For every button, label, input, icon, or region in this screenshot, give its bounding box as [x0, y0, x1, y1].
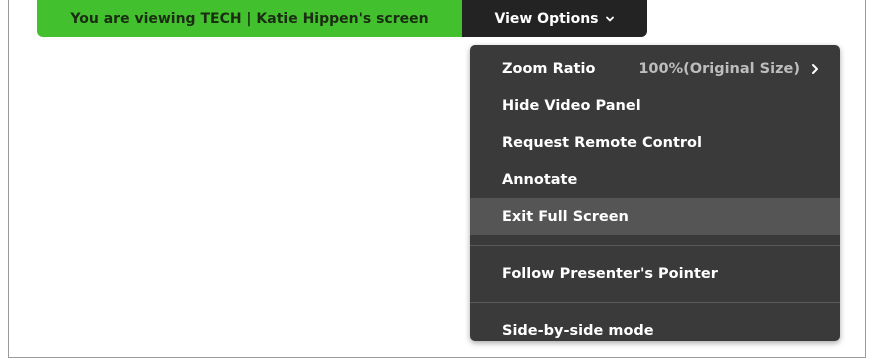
menu-divider — [470, 302, 840, 303]
viewing-banner-text: You are viewing TECH | Katie Hippen's sc… — [70, 10, 429, 27]
hide-video-panel-label: Hide Video Panel — [502, 97, 641, 114]
menu-item-follow-presenter-pointer[interactable]: Follow Presenter's Pointer — [470, 255, 840, 292]
menu-item-annotate[interactable]: Annotate — [470, 161, 840, 198]
menu-item-zoom-ratio[interactable]: Zoom Ratio 100%(Original Size) — [470, 50, 840, 87]
viewing-banner: You are viewing TECH | Katie Hippen's sc… — [37, 0, 462, 37]
zoom-ratio-label: Zoom Ratio — [502, 60, 596, 77]
menu-divider — [470, 245, 840, 246]
zoom-ratio-value: 100%(Original Size) — [638, 60, 800, 77]
follow-presenter-pointer-label: Follow Presenter's Pointer — [502, 265, 718, 282]
menu-item-side-by-side-mode[interactable]: Side-by-side mode — [470, 312, 840, 349]
view-options-menu: Zoom Ratio 100%(Original Size) Hide Vide… — [470, 45, 840, 341]
view-options-button[interactable]: View Options — [462, 0, 647, 37]
annotate-label: Annotate — [502, 171, 578, 188]
menu-item-hide-video-panel[interactable]: Hide Video Panel — [470, 87, 840, 124]
request-remote-control-label: Request Remote Control — [502, 134, 702, 151]
side-by-side-mode-label: Side-by-side mode — [502, 322, 654, 339]
menu-item-request-remote-control[interactable]: Request Remote Control — [470, 124, 840, 161]
chevron-down-icon — [605, 16, 614, 21]
chevron-right-icon — [812, 63, 818, 74]
menu-item-exit-full-screen[interactable]: Exit Full Screen — [470, 198, 840, 235]
view-options-label: View Options — [494, 10, 599, 27]
exit-full-screen-label: Exit Full Screen — [502, 208, 629, 225]
screen-share-toolbar: You are viewing TECH | Katie Hippen's sc… — [37, 0, 647, 37]
